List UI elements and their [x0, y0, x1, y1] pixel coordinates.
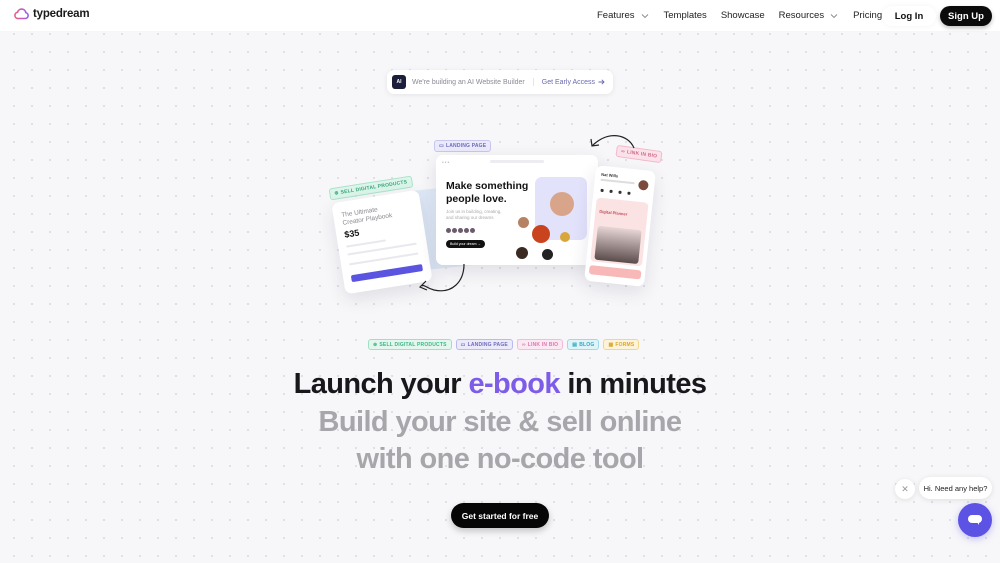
social-icons [600, 188, 631, 195]
nav-resources[interactable]: Resources [779, 10, 839, 21]
pay-button [350, 264, 424, 283]
chat-prompt[interactable]: Hi. Need any help? [919, 477, 992, 499]
form-icon: ▦ [608, 341, 614, 348]
early-access-label: Get Early Access [541, 78, 596, 86]
avatar-face [542, 249, 553, 260]
divider [532, 78, 534, 86]
bio-name: Nat Wills [601, 171, 619, 179]
chat-close-button[interactable]: ✕ [895, 479, 915, 499]
headline-suffix: in minutes [559, 368, 707, 400]
headline-prefix: Launch your [293, 368, 469, 400]
landing-headline: Make something people love. [446, 180, 529, 205]
product-price: $35 [343, 227, 361, 240]
chat-launcher-button[interactable] [958, 503, 992, 537]
arrow-right-icon [598, 79, 605, 85]
avatar-face [532, 225, 550, 243]
window-dots: ••• [442, 160, 451, 166]
landing-page-tag: ▭ LANDING PAGE [434, 140, 492, 152]
chip-label: BLOG [579, 341, 595, 348]
browser-icon: ▭ [439, 143, 444, 149]
brand-name: typedream [33, 8, 90, 20]
phone-preview [594, 225, 642, 265]
nav-showcase-label: Showcase [720, 10, 765, 21]
curved-arrow-icon [418, 263, 465, 292]
browser-icon: ▭ [460, 341, 466, 348]
announcement-message: We're building an AI Website Builder [412, 78, 525, 86]
chevron-down-icon [641, 13, 648, 18]
nav-templates[interactable]: Templates [664, 10, 707, 21]
ai-badge-icon: AI [392, 75, 406, 89]
link-in-bio-card: Nat Wills Digital Planner [584, 165, 656, 287]
form-line [348, 252, 419, 266]
chip-label: SELL DIGITAL PRODUCTS [379, 341, 447, 348]
avatar-face [518, 217, 529, 228]
login-button[interactable]: Log In [882, 6, 936, 26]
url-bar [490, 160, 544, 163]
dollar-circle-icon: ⊛ [333, 190, 340, 197]
hero-headline: Launch your e-book in minutes [0, 368, 1000, 401]
link-icon: ∞ [521, 341, 526, 348]
headline-accent: e-book [468, 368, 560, 400]
chip-landing-page[interactable]: ▭ LANDING PAGE [455, 339, 513, 350]
get-started-button[interactable]: Get started for free [451, 503, 549, 528]
close-icon: ✕ [901, 483, 909, 494]
panel-title: Digital Planner [599, 208, 628, 217]
nav-pricing[interactable]: Pricing [853, 10, 882, 21]
top-navigation: typedream Features Templates Showcase Re… [0, 0, 1000, 31]
nav-features-label: Features [597, 10, 635, 21]
document-icon: ▤ [572, 341, 578, 348]
cloud-logo-icon [14, 8, 29, 20]
nav-features[interactable]: Features [597, 10, 650, 21]
main-nav: Features Templates Showcase Resources Pr… [597, 0, 896, 31]
bio-panel: Digital Planner [590, 197, 649, 267]
nav-showcase[interactable]: Showcase [721, 10, 765, 21]
landing-tag-label: LANDING PAGE [445, 143, 487, 149]
category-chips: ⊛ SELL DIGITAL PRODUCTS ▭ LANDING PAGE ∞ LI… [368, 339, 640, 350]
hero-subline-2: with one no-code tool [356, 443, 644, 475]
chip-label: LANDING PAGE [467, 341, 508, 348]
bio-bottom-bar [588, 265, 642, 280]
avatar-face [550, 192, 574, 216]
build-dream-button: Build your dream → [446, 240, 485, 248]
chip-label: LINK IN BIO [527, 341, 559, 348]
nav-pricing-label: Pricing [853, 10, 883, 21]
bio-line [600, 178, 635, 185]
chat-bubble-icon [968, 515, 982, 525]
chip-blog[interactable]: ▤ BLOG [567, 339, 600, 350]
chip-forms[interactable]: ▦ FORMS [603, 339, 640, 350]
chip-sell-digital-products[interactable]: ⊛ SELL DIGITAL PRODUCTS [368, 339, 452, 350]
early-access-link[interactable]: Get Early Access [542, 79, 605, 86]
landing-subtext: Join us in building, creating, and shari… [446, 209, 502, 220]
product-title: The Ultimate Creator Playbook [340, 206, 393, 227]
bio-avatar [637, 179, 649, 191]
chevron-down-icon [830, 13, 838, 18]
signup-button[interactable]: Sign Up [940, 6, 992, 26]
nav-templates-label: Templates [663, 10, 707, 21]
landing-page-card: ••• Make something people love. Join us … [436, 155, 598, 265]
avatar-face [560, 232, 570, 242]
form-line [346, 239, 386, 248]
dollar-circle-icon: ⊛ [373, 341, 378, 348]
nav-resources-label: Resources [778, 10, 825, 21]
avatar-group [446, 228, 475, 233]
chip-label: FORMS [615, 341, 635, 348]
announcement-pill[interactable]: AI We're building an AI Website Builder … [387, 70, 613, 94]
chip-link-in-bio[interactable]: ∞ LINK IN BIO [516, 339, 564, 350]
brand-logo[interactable]: typedream [14, 8, 90, 20]
hero-subline-1: Build your site & sell online [318, 406, 682, 438]
curved-arrow-icon [590, 135, 635, 149]
avatar-face [516, 247, 528, 259]
